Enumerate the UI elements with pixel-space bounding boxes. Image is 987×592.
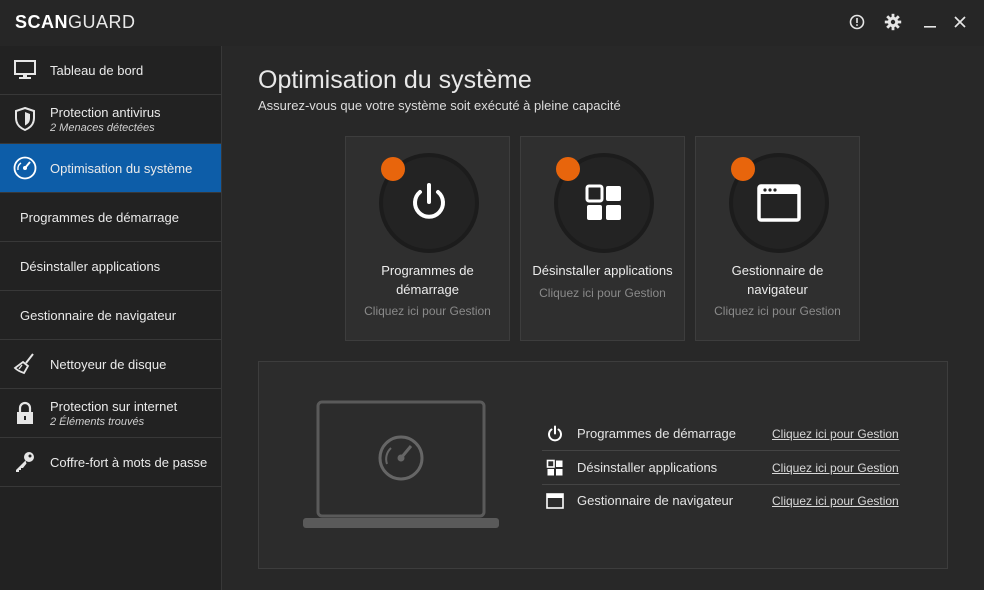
sidebar-item-system-optimization[interactable]: Optimisation du système	[0, 144, 221, 193]
sidebar-item-label: Programmes de démarrage	[20, 209, 179, 225]
items-found-text: 2 Éléments trouvés	[50, 415, 145, 428]
uninstall-apps-card[interactable]: Désinstaller applications Cliquez ici po…	[520, 136, 685, 341]
alert-dot	[731, 157, 755, 181]
broom-icon	[13, 352, 37, 376]
shield-icon	[13, 107, 37, 131]
brand-logo: SCANGUARD	[15, 12, 136, 32]
card-manage-link[interactable]: Cliquez ici pour Gestion	[350, 304, 505, 318]
card-title: démarrage	[396, 282, 459, 297]
summary-row-label: Désinstaller applications	[577, 460, 718, 475]
manage-link[interactable]: Cliquez ici pour Gestion	[772, 461, 899, 475]
power-icon	[544, 423, 566, 445]
sidebar-item-label: Optimisation du système	[50, 160, 193, 176]
summary-row-startup: Programmes de démarrage Cliquez ici pour…	[542, 417, 900, 451]
sidebar-item-label: Gestionnaire de navigateur	[20, 307, 177, 323]
sidebar-item-label: Nettoyeur de disque	[50, 356, 167, 372]
optimization-summary-panel: Programmes de démarrage Cliquez ici pour…	[258, 361, 948, 569]
minimize-icon[interactable]	[920, 12, 940, 32]
sidebar: Tableau de bord Protection antivirus 2 M…	[0, 46, 222, 590]
sidebar-item-browser-manager[interactable]: Gestionnaire de navigateur	[0, 291, 221, 340]
sidebar-item-disk-cleaner[interactable]: Nettoyeur de disque	[0, 340, 221, 389]
apps-grid-icon	[544, 457, 566, 479]
card-title: Désinstaller applications	[532, 263, 673, 278]
sidebar-item-label: Tableau de bord	[50, 62, 144, 78]
card-title: Programmes de	[381, 263, 474, 278]
page-title: Optimisation du système	[258, 66, 532, 94]
info-icon[interactable]	[847, 12, 867, 32]
sidebar-item-antivirus[interactable]: Protection antivirus 2 Menaces détectées	[0, 95, 221, 144]
sidebar-item-label: Protection sur internet	[50, 398, 178, 414]
sidebar-item-dashboard[interactable]: Tableau de bord	[0, 46, 221, 95]
key-icon	[13, 450, 37, 474]
threat-count-text: 2 Menaces détectées	[50, 121, 155, 134]
summary-row-browser: Gestionnaire de navigateur Cliquez ici p…	[542, 484, 900, 517]
sidebar-item-internet-protection[interactable]: Protection sur internet 2 Éléments trouv…	[0, 389, 221, 438]
sidebar-item-password-vault[interactable]: Coffre-fort à mots de passe	[0, 438, 221, 487]
card-manage-link[interactable]: Cliquez ici pour Gestion	[700, 304, 855, 318]
startup-programs-card[interactable]: Programmes de démarrage Cliquez ici pour…	[345, 136, 510, 341]
sidebar-item-uninstall-apps[interactable]: Désinstaller applications	[0, 242, 221, 291]
sidebar-item-label: Protection antivirus	[50, 104, 161, 120]
summary-row-uninstall: Désinstaller applications Cliquez ici po…	[542, 451, 900, 485]
summary-row-label: Programmes de démarrage	[577, 426, 736, 441]
main-content: Optimisation du système Assurez-vous que…	[222, 46, 984, 590]
card-manage-link[interactable]: Cliquez ici pour Gestion	[525, 286, 680, 300]
monitor-icon	[13, 58, 37, 82]
laptop-speedometer-illustration	[303, 400, 499, 528]
page-subtitle: Assurez-vous que votre système soit exéc…	[258, 98, 621, 113]
title-bar: SCANGUARD	[0, 0, 984, 47]
browser-window-icon	[757, 184, 801, 222]
manage-link[interactable]: Cliquez ici pour Gestion	[772, 427, 899, 441]
sidebar-item-label: Coffre-fort à mots de passe	[50, 454, 208, 470]
browser-manager-card[interactable]: Gestionnaire de navigateur Cliquez ici p…	[695, 136, 860, 341]
lock-icon	[13, 401, 37, 425]
card-title: Gestionnaire de	[731, 263, 824, 278]
speedometer-icon	[13, 156, 37, 180]
alert-dot	[556, 157, 580, 181]
card-title: navigateur	[747, 282, 808, 297]
alert-dot	[381, 157, 405, 181]
power-icon	[413, 183, 445, 219]
manage-link[interactable]: Cliquez ici pour Gestion	[772, 494, 899, 508]
apps-grid-icon	[585, 184, 621, 220]
gear-icon[interactable]	[883, 12, 903, 32]
browser-window-icon	[544, 490, 566, 512]
app-window: SCANGUARD Tableau de bord Protection ant…	[0, 0, 984, 590]
close-icon[interactable]	[950, 12, 970, 32]
sidebar-item-startup-programs[interactable]: Programmes de démarrage	[0, 193, 221, 242]
sidebar-item-label: Désinstaller applications	[20, 258, 161, 274]
summary-row-label: Gestionnaire de navigateur	[577, 493, 734, 508]
